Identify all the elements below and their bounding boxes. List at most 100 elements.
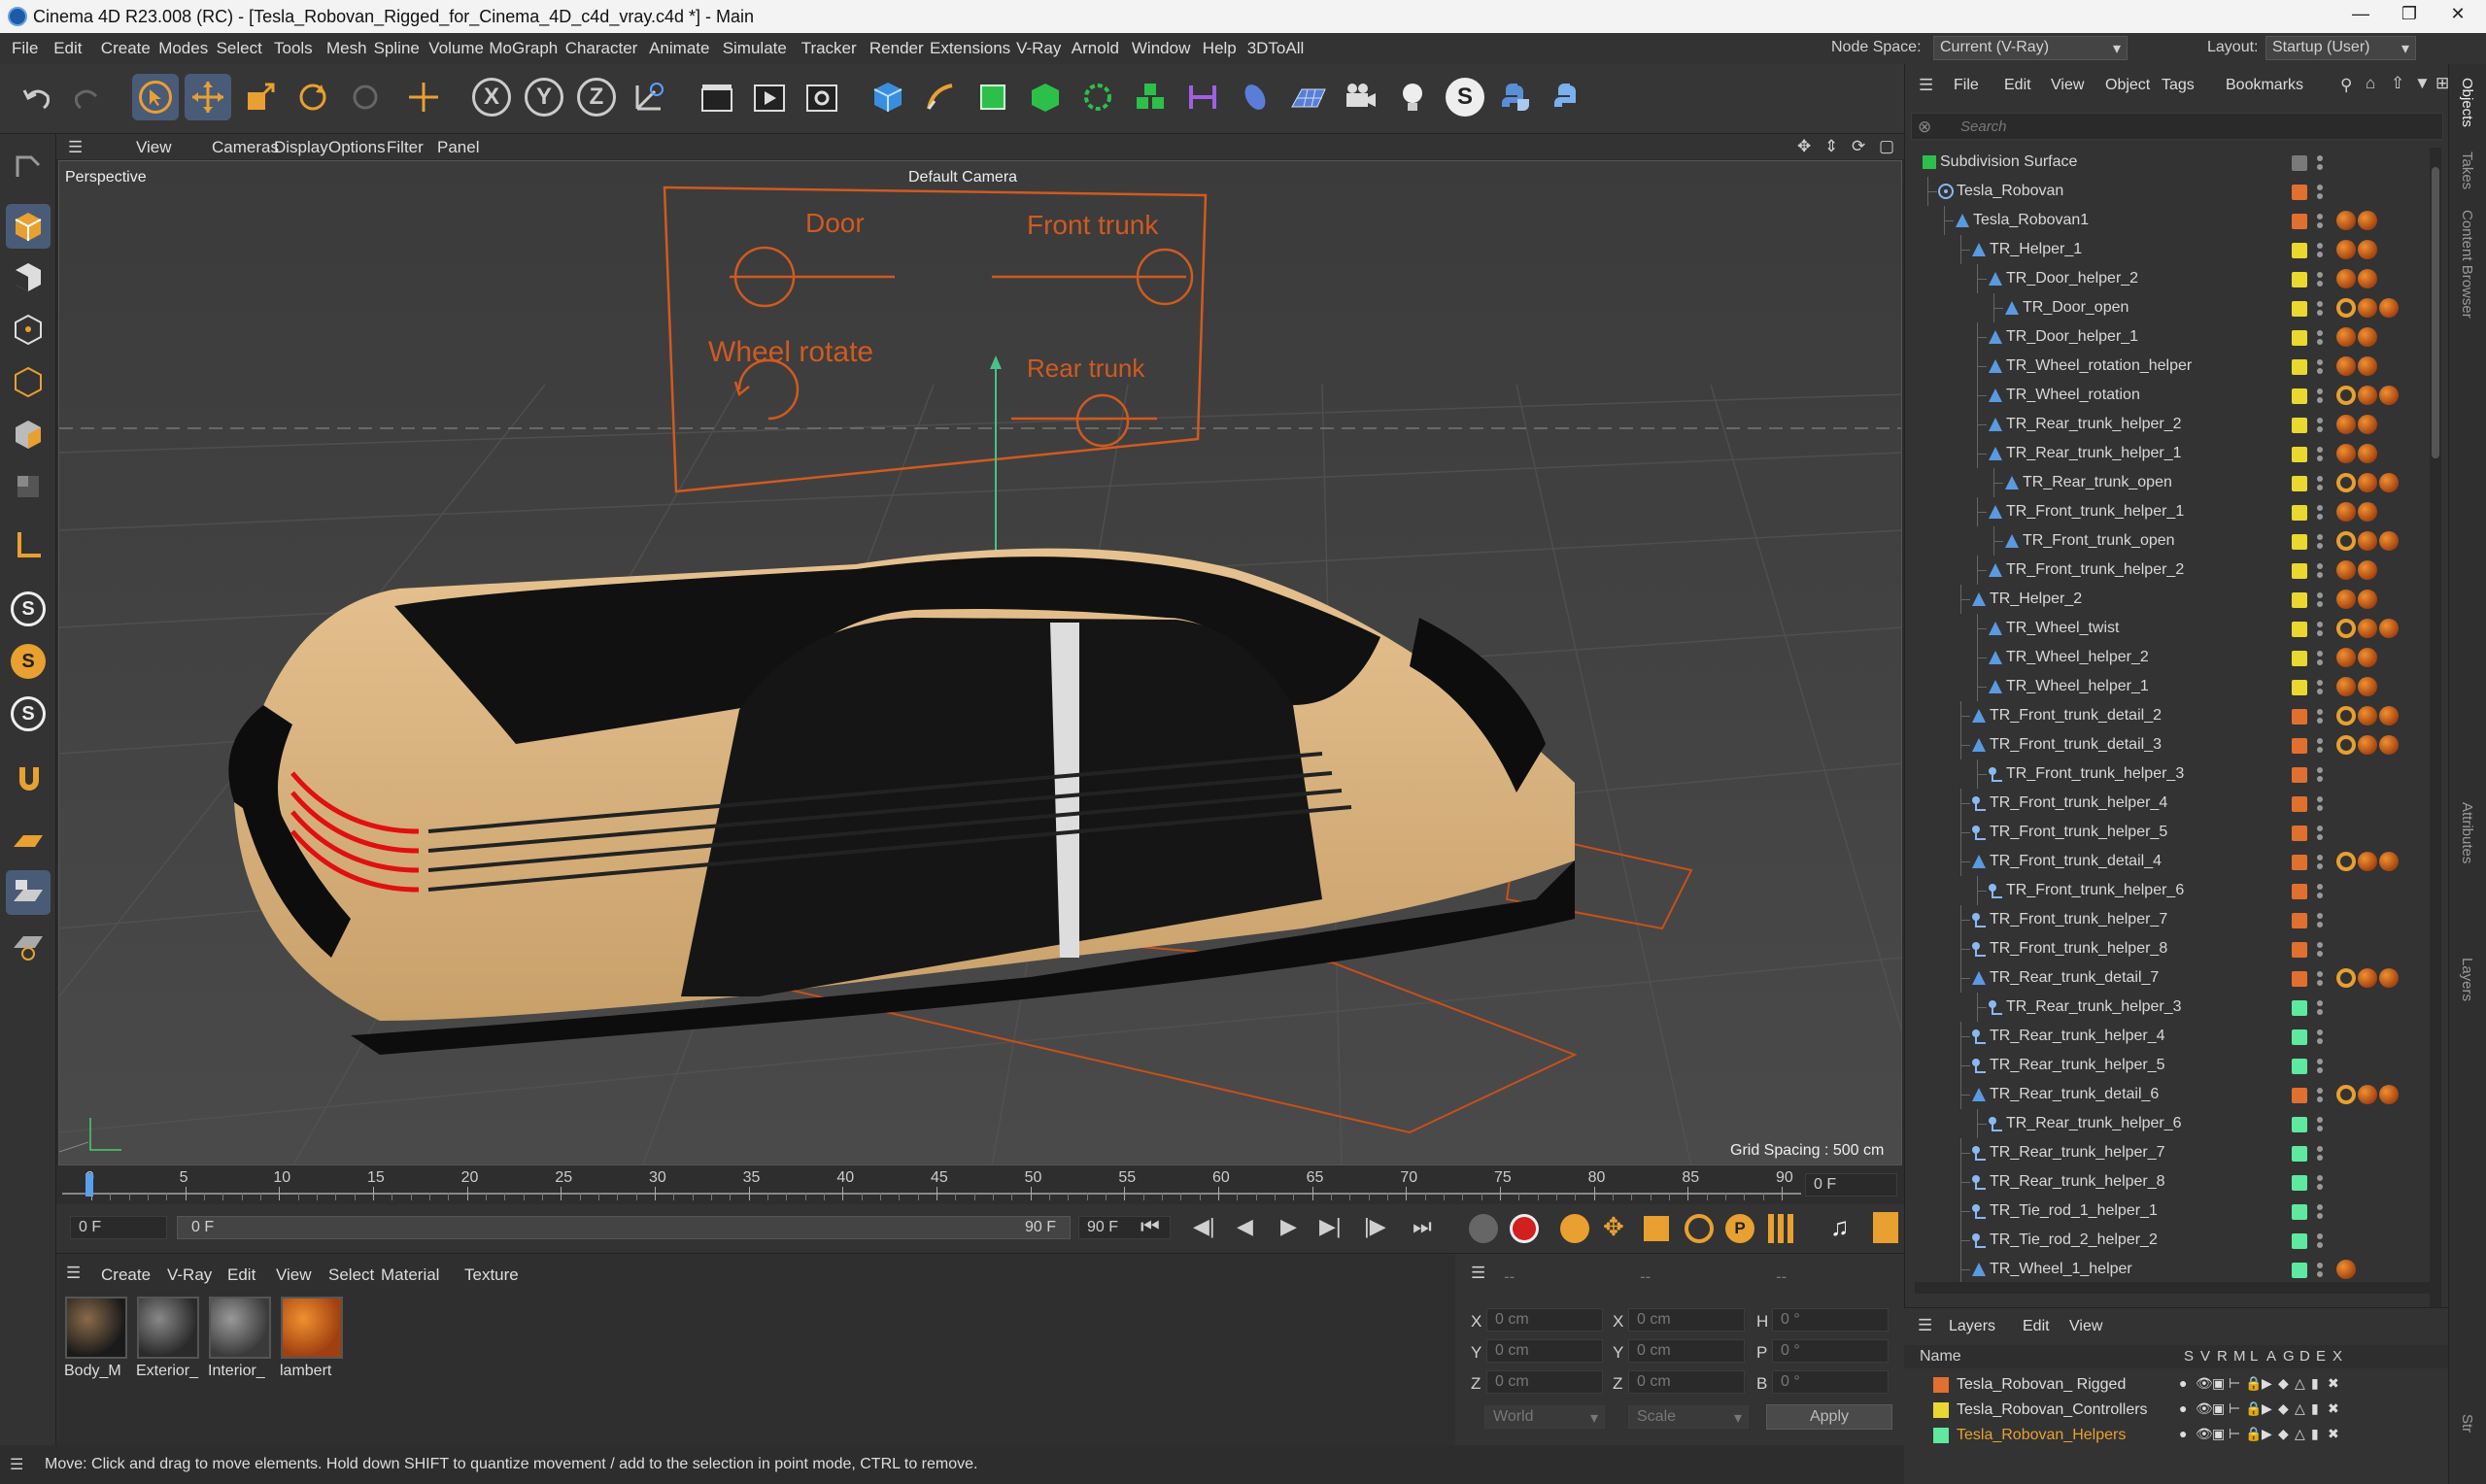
object-row[interactable]: TR_Rear_trunk_detail_7 [1905,963,2430,993]
menu-3dtoall[interactable]: 3DToAll [1247,39,1305,58]
material-tag-icon[interactable] [2379,619,2399,638]
play-icon[interactable]: ▶ [1280,1214,1297,1239]
material-tag-icon[interactable] [2336,211,2356,230]
editor-visibility-dot[interactable] [2317,272,2323,278]
editor-visibility-dot[interactable] [2317,1175,2323,1181]
layer-color-swatch[interactable] [2292,1233,2307,1249]
object-row[interactable]: TR_Front_trunk_detail_2 [1905,701,2430,730]
expression-icon[interactable]: ▮ [2311,1426,2319,1442]
object-row[interactable]: TR_Rear_trunk_open [1905,468,2430,497]
editor-visibility-dot[interactable] [2317,913,2323,919]
layer-row[interactable]: Tesla_Robovan_Helpers ● 👁 ▣ ⊢ 🔒 ▶ ◆ △ ▮ ✖ [1904,1423,2448,1448]
editor-visibility-dot[interactable] [2317,563,2323,569]
material-tag-icon[interactable] [2358,968,2377,988]
xref-icon[interactable]: ✖ [2328,1375,2339,1392]
material-tag-icon[interactable] [2358,560,2377,580]
point-mode-button[interactable] [6,307,51,352]
editor-visibility-dot[interactable] [2317,1088,2323,1094]
size-x-field[interactable]: 0 cm [1628,1308,1745,1332]
render-visibility-dot[interactable] [2317,339,2323,345]
layer-color-swatch[interactable] [2292,447,2307,462]
constraint-tag-icon[interactable] [2336,706,2356,725]
material-tag-icon[interactable] [2358,356,2377,376]
render-visibility-dot[interactable] [2317,281,2323,287]
layer-color[interactable] [1933,1402,1949,1418]
menu-simulate[interactable]: Simulate [723,39,787,58]
material-tag-icon[interactable] [2379,852,2399,871]
python-script-button[interactable] [1547,74,1593,120]
menu-tools[interactable]: Tools [274,39,313,58]
object-hscrollbar[interactable] [1915,1282,2430,1294]
material-tag-icon[interactable] [2358,211,2377,230]
next-key-icon[interactable]: |▶ [1364,1214,1386,1239]
apply-button[interactable]: Apply [1766,1404,1892,1430]
material-tag-icon[interactable] [2336,415,2356,434]
render-visibility-dot[interactable] [2317,601,2323,607]
prev-key-icon[interactable]: ◀| [1193,1214,1215,1239]
object-menu-file[interactable]: File [1954,77,1979,94]
render-visibility-dot[interactable] [2317,310,2323,316]
material-tag-icon[interactable] [2379,298,2399,318]
constraint-tag-icon[interactable] [2336,473,2356,492]
constraint-tag-icon[interactable] [2336,298,2356,318]
menu-render[interactable]: Render [869,39,924,58]
render-visibility-dot[interactable] [2317,689,2323,694]
frame-range-slider[interactable]: 0 F 90 F [177,1216,1071,1239]
undo-button[interactable] [14,74,60,120]
animation-icon[interactable]: ▶ [2262,1400,2272,1417]
render-visibility-dot[interactable] [2317,747,2323,753]
up-arrow-icon[interactable]: ⇧ [2391,74,2404,93]
material-tag-icon[interactable] [2358,852,2377,871]
render-active-button[interactable] [746,74,793,120]
object-row[interactable]: TR_Front_trunk_helper_1 [1905,497,2430,526]
editor-visibility-dot[interactable] [2317,855,2323,860]
material-tag-icon[interactable] [2358,327,2377,347]
constraint-tag-icon[interactable] [2336,852,2356,871]
object-row[interactable]: TR_Door_open [1905,293,2430,322]
subdivision-button[interactable] [970,74,1016,120]
field-button[interactable] [1232,74,1278,120]
editor-visibility-dot[interactable] [2317,767,2323,773]
editor-visibility-dot[interactable] [2317,534,2323,540]
editor-visibility-dot[interactable] [2317,826,2323,831]
material-tag-icon[interactable] [2336,240,2356,259]
uv-mode-button[interactable] [6,464,51,509]
menu-arnold[interactable]: Arnold [1072,39,1119,58]
render-visibility-dot[interactable] [2317,980,2323,986]
menu-mograph[interactable]: MoGraph [489,39,558,58]
hamburger-icon[interactable]: ☰ [1471,1264,1485,1283]
material-tag-icon[interactable] [2358,648,2377,667]
render-visibility-dot[interactable] [2317,426,2323,432]
layer-color-swatch[interactable] [2292,243,2307,258]
layer-color-swatch[interactable] [2292,884,2307,899]
object-row[interactable]: TR_Wheel_rotation [1905,381,2430,410]
editor-visibility-dot[interactable] [2317,622,2323,627]
editor-visibility-dot[interactable] [2317,214,2323,219]
maximize-view-icon[interactable]: ▢ [1879,137,1894,156]
layer-color-swatch[interactable] [2292,301,2307,317]
layer-color-swatch[interactable] [2292,651,2307,666]
position-key-icon[interactable]: ✥ [1603,1212,1624,1242]
layer-color-swatch[interactable] [2292,1088,2307,1103]
render-view-button[interactable] [694,74,740,120]
material-tag-icon[interactable] [2379,531,2399,551]
editor-visibility-dot[interactable] [2317,388,2323,394]
layer-menu-layers[interactable]: Layers [1949,1318,1995,1335]
layer-menu-edit[interactable]: Edit [2023,1318,2050,1335]
planar-workplane-button[interactable] [6,923,51,967]
object-row[interactable]: TR_Rear_trunk_helper_8 [1905,1167,2430,1197]
layer-color-swatch[interactable] [2292,680,2307,695]
object-menu-view[interactable]: View [2051,77,2084,94]
object-row[interactable]: TR_Front_trunk_detail_4 [1905,847,2430,876]
menu-edit[interactable]: Edit [53,39,82,58]
pan-icon[interactable]: ✥ [1797,137,1811,156]
3d-viewport[interactable]: Perspective Default Camera Grid Spacing … [58,160,1902,1165]
object-row[interactable]: TR_Front_trunk_helper_2 [1905,556,2430,585]
layer-color-swatch[interactable] [2292,214,2307,229]
layer-color-swatch[interactable] [2292,1000,2307,1016]
layer-color-swatch[interactable] [2292,1175,2307,1191]
render-visibility-dot[interactable] [2317,1038,2323,1044]
render-visibility-dot[interactable] [2317,252,2323,257]
object-menu-tags[interactable]: Tags [2162,77,2195,94]
deformer-icon[interactable]: △ [2295,1375,2305,1392]
